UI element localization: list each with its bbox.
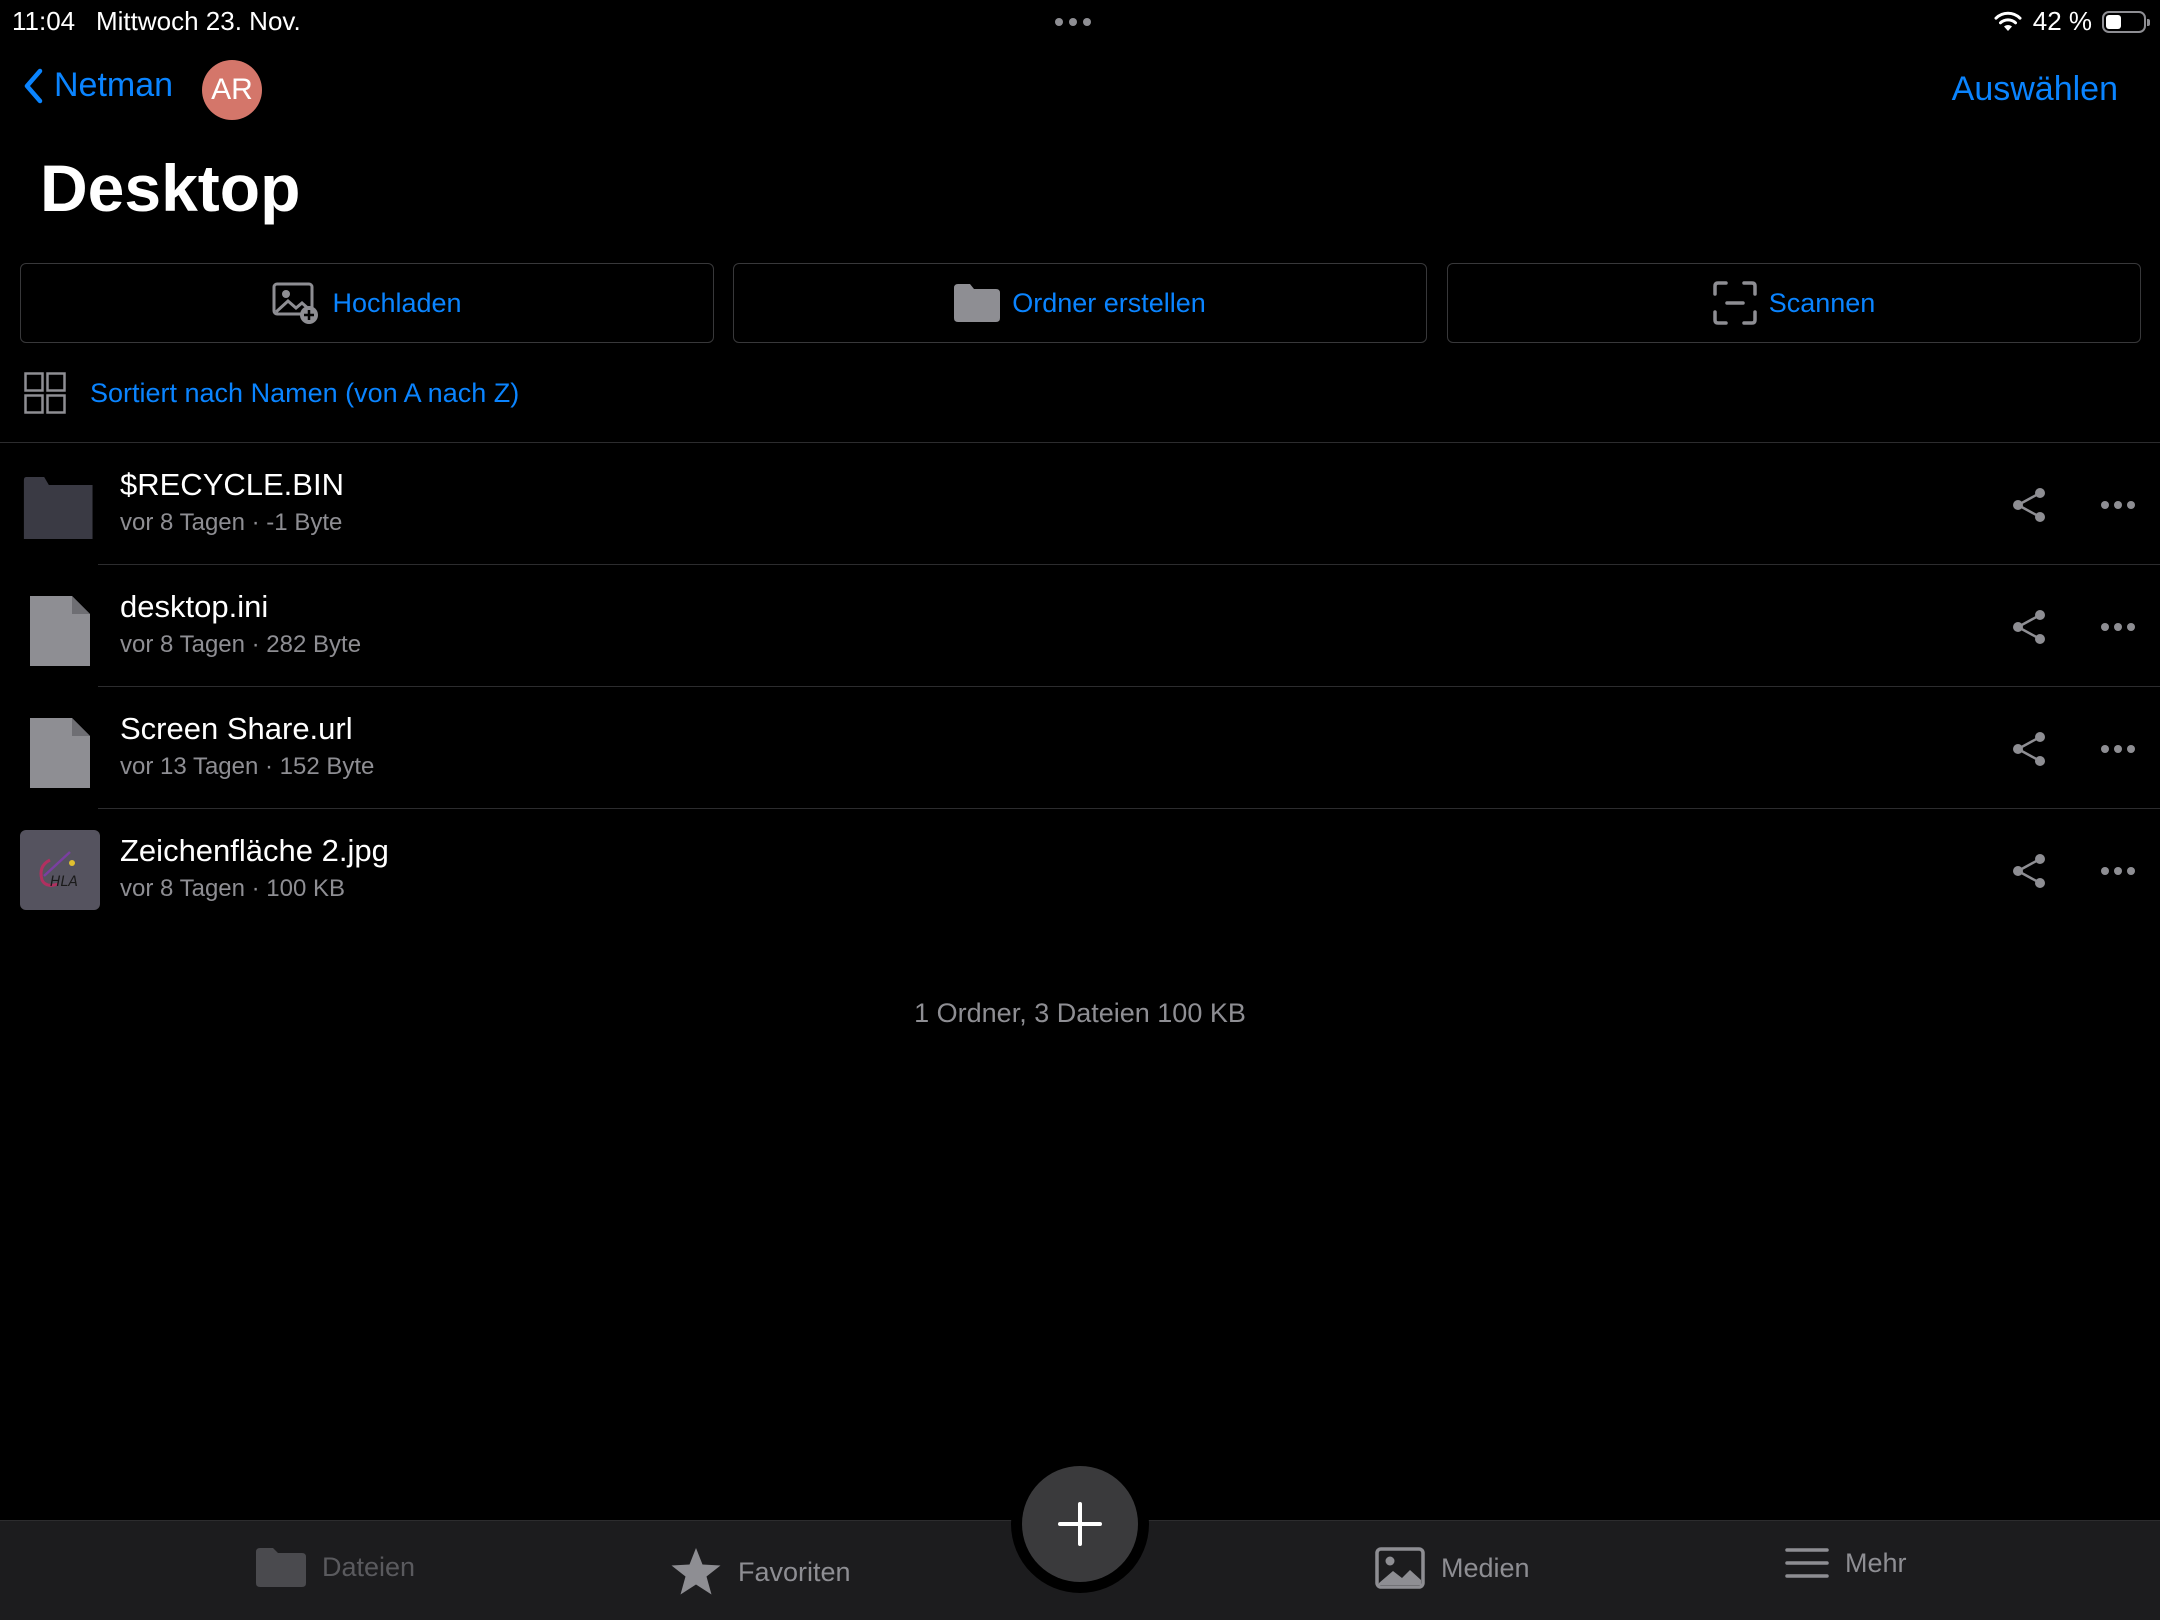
sort-control[interactable]: Sortiert nach Namen (von A nach Z) — [24, 372, 519, 414]
status-indicators: 42 % — [1993, 6, 2150, 37]
chevron-left-icon — [24, 68, 43, 103]
more-options-icon[interactable] — [2100, 622, 2136, 632]
file-icon — [30, 596, 90, 666]
list-item[interactable]: HLA Zeichenfläche 2.jpg vor 8 Tagen · 10… — [0, 809, 2160, 931]
grid-view-icon — [24, 372, 66, 414]
file-meta: vor 8 Tagen · 100 KB — [120, 875, 346, 902]
create-folder-label: Ordner erstellen — [1012, 287, 1206, 318]
battery-icon — [2102, 10, 2150, 33]
tab-media[interactable]: Medien — [1375, 1547, 1530, 1589]
image-upload-icon — [272, 282, 319, 324]
back-button[interactable]: Netman — [22, 66, 173, 105]
app-screen: 11:04 Mittwoch 23. Nov. 42 % Netman AR A… — [0, 0, 2160, 1620]
list-item[interactable]: $RECYCLE.BIN vor 8 Tagen · -1 Byte — [0, 443, 2160, 565]
list-item[interactable]: desktop.ini vor 8 Tagen · 282 Byte — [0, 565, 2160, 687]
tab-favorites[interactable]: Favoriten — [670, 1547, 851, 1597]
folder-icon — [256, 1548, 306, 1587]
battery-level — [2106, 14, 2121, 29]
image-thumbnail-icon: HLA — [20, 830, 100, 910]
status-time: 11:04 — [12, 6, 76, 36]
wifi-icon — [1994, 11, 2022, 31]
tab-favorites-label: Favoriten — [738, 1556, 851, 1587]
select-button[interactable]: Auswählen — [1952, 70, 2118, 109]
folder-icon — [23, 477, 93, 539]
menu-icon — [1785, 1548, 1829, 1578]
scan-label: Scannen — [1768, 287, 1876, 318]
scan-button[interactable]: Scannen — [1447, 263, 2141, 343]
file-meta: vor 8 Tagen · 282 Byte — [120, 631, 362, 658]
sort-label: Sortiert nach Namen (von A nach Z) — [90, 377, 520, 408]
plus-icon — [1058, 1502, 1102, 1546]
page-title: Desktop — [40, 151, 301, 225]
scan-icon — [1712, 281, 1757, 325]
share-icon[interactable] — [2010, 608, 2048, 646]
photo-icon — [1375, 1547, 1425, 1589]
share-icon[interactable] — [2010, 486, 2048, 524]
share-icon[interactable] — [2010, 730, 2048, 768]
upload-button[interactable]: Hochladen — [20, 263, 714, 343]
tab-files[interactable]: Dateien — [256, 1547, 415, 1587]
more-options-icon[interactable] — [2100, 500, 2136, 510]
svg-text:HLA: HLA — [50, 874, 78, 890]
avatar[interactable]: AR — [202, 60, 262, 120]
battery-percent: 42 % — [2032, 6, 2092, 36]
file-name: $RECYCLE.BIN — [120, 467, 344, 502]
file-icon — [30, 718, 90, 788]
share-icon[interactable] — [2010, 852, 2048, 890]
star-icon — [671, 1548, 721, 1595]
list-item[interactable]: Screen Share.url vor 13 Tagen · 152 Byte — [0, 687, 2160, 809]
upload-label: Hochladen — [332, 287, 462, 318]
file-meta: vor 8 Tagen · -1 Byte — [120, 509, 343, 536]
folder-icon — [954, 284, 1001, 322]
file-name: Screen Share.url — [120, 711, 353, 746]
folder-summary: 1 Ordner, 3 Dateien 100 KB — [914, 998, 1246, 1028]
tab-files-label: Dateien — [322, 1551, 416, 1582]
file-name: desktop.ini — [120, 589, 269, 624]
create-folder-button[interactable]: Ordner erstellen — [733, 263, 1427, 343]
add-button[interactable] — [1022, 1466, 1138, 1582]
more-options-icon[interactable] — [2100, 866, 2136, 876]
back-label: Netman — [54, 66, 174, 104]
tab-more-label: Mehr — [1845, 1547, 1907, 1578]
more-options-icon[interactable] — [2100, 744, 2136, 754]
tab-media-label: Medien — [1441, 1552, 1530, 1583]
multitasking-dots-icon[interactable] — [1055, 18, 1091, 26]
file-meta: vor 13 Tagen · 152 Byte — [120, 753, 375, 780]
tab-more[interactable]: Mehr — [1785, 1547, 1907, 1579]
status-date: Mittwoch 23. Nov. — [96, 6, 301, 36]
file-name: Zeichenfläche 2.jpg — [120, 833, 389, 868]
